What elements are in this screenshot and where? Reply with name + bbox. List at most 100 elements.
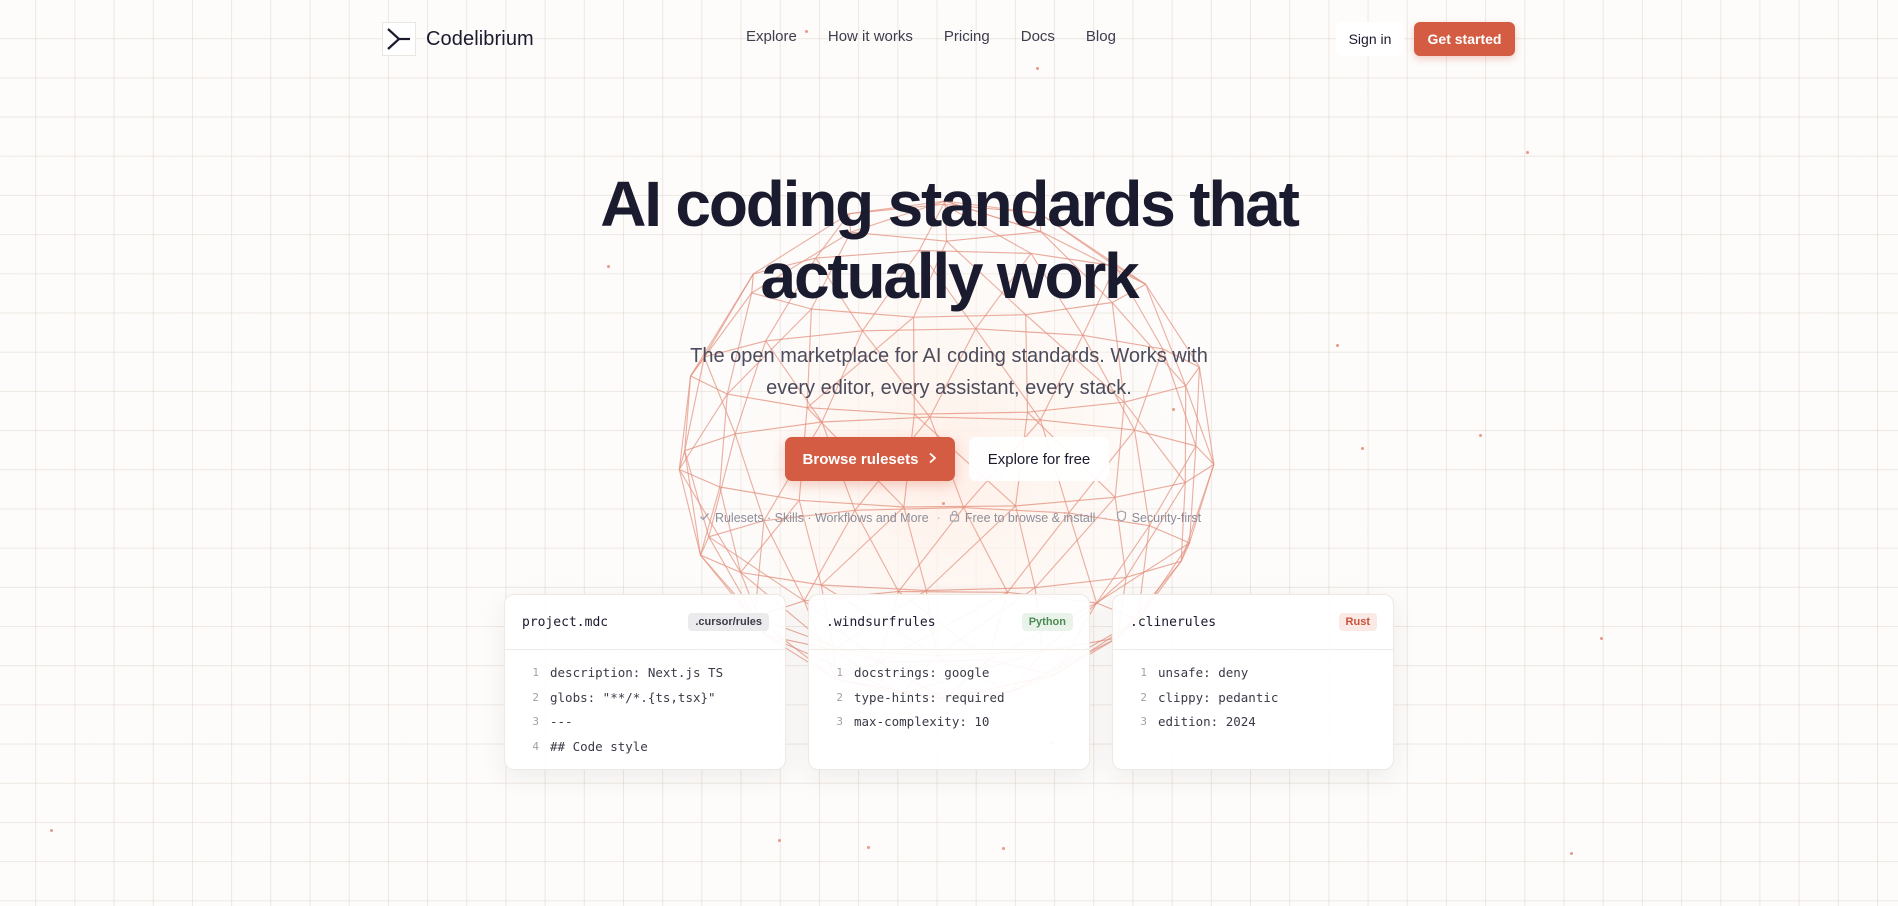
line-number: 1 — [836, 665, 843, 679]
get-started-button[interactable]: Get started — [1414, 22, 1515, 56]
sphere-edge — [1040, 419, 1135, 431]
sphere-edge — [719, 486, 800, 501]
particle — [1600, 637, 1603, 640]
feature-label: Rulesets · Skills · Workflows and More — [714, 510, 929, 525]
ruleset-card-cursor[interactable]: project.mdc .cursor/rules 1 description: … — [504, 594, 786, 770]
sphere-edge — [1149, 525, 1190, 544]
card-badge: .cursor/rules — [688, 613, 769, 631]
sphere-edge — [914, 411, 1028, 415]
line-number: 4 — [532, 739, 539, 753]
code-line: 3 --- — [505, 709, 785, 734]
line-number: 1 — [532, 665, 539, 679]
ruleset-card-windsurf[interactable]: .windsurfrules Python 1 docstrings: googl… — [808, 594, 1090, 770]
particle — [50, 829, 53, 832]
code-line: 2 clippy: pedantic — [1113, 685, 1393, 710]
line-number: 3 — [836, 715, 843, 729]
sphere-edge — [821, 416, 930, 423]
line-number: 2 — [836, 690, 843, 704]
sphere-edge — [735, 421, 822, 435]
browse-rulesets-button[interactable]: Browse rulesets — [785, 437, 955, 481]
code-text: docstrings: google — [854, 664, 990, 680]
line-number: 1 — [1140, 665, 1147, 679]
shield-icon — [1116, 510, 1127, 525]
sphere-edge — [1068, 512, 1098, 604]
feature-item: Rulesets · Skills · Workflows and More — [699, 511, 929, 525]
sphere-edge — [1125, 560, 1182, 578]
hero-subtitle-line-1: The open marketplace for AI coding stand… — [690, 345, 1208, 367]
nav-link-explore[interactable]: Explore — [746, 28, 797, 45]
sphere-edge — [740, 571, 822, 586]
nav-link-docs[interactable]: Docs — [1021, 28, 1055, 45]
code-line: 4 ## Code style — [505, 734, 785, 759]
card-header: .windsurfrules Python — [809, 595, 1089, 650]
code-line: 1 docstrings: google — [809, 660, 1089, 685]
explore-for-free-button[interactable]: Explore for free — [969, 437, 1109, 481]
sphere-edge — [1115, 482, 1186, 498]
code-line: 2 globs: "**/*.{ts,tsx}" — [505, 685, 785, 710]
brand-name: Codelibrium — [426, 27, 534, 50]
sphere-edge — [679, 468, 721, 488]
code-line: 1 unsafe: deny — [1113, 660, 1393, 685]
code-line: 1 description: Next.js TS — [505, 660, 785, 685]
code-line: 2 type-hints: required — [809, 685, 1089, 710]
line-number: 3 — [532, 715, 539, 729]
code-block: 1 docstrings: google 2 type-hints: require… — [809, 650, 1089, 734]
sphere-edge — [929, 416, 1041, 421]
card-badge: Rust — [1338, 613, 1377, 631]
brand-logo[interactable]: Codelibrium — [382, 22, 534, 56]
sphere-edge — [700, 554, 741, 573]
hero-title-line-1: AI coding standards that — [600, 168, 1300, 240]
lock-icon — [949, 510, 960, 525]
sphere-edge — [734, 433, 765, 521]
code-text: max-complexity: 10 — [854, 714, 990, 730]
ruleset-card-cline[interactable]: .clinerules Rust 1 unsafe: deny 2 clippy: … — [1112, 594, 1394, 770]
code-text: clippy: pedantic — [1158, 689, 1279, 705]
hero-subtitle-line-2: every editor, every assistant, every sta… — [766, 377, 1132, 399]
particle — [867, 846, 870, 849]
chevron-right-icon — [928, 451, 937, 468]
code-text: globs: "**/*.{ts,tsx}" — [550, 689, 716, 705]
particle — [942, 502, 945, 505]
hero-title-line-2: actually work — [760, 240, 1140, 312]
code-text: ## Code style — [550, 738, 648, 754]
sphere-edge — [898, 590, 1008, 593]
card-header: project.mdc .cursor/rules — [505, 595, 785, 650]
sphere-edge — [1188, 445, 1197, 543]
code-text: edition: 2024 — [1158, 714, 1256, 730]
sphere-edge — [678, 450, 686, 470]
sphere-edge — [1188, 464, 1215, 544]
line-number: 2 — [1140, 690, 1147, 704]
top-navbar: Codelibrium Explore How it works Pricing… — [0, 0, 1898, 78]
sphere-edge — [1195, 445, 1215, 465]
sphere-edge — [1184, 463, 1215, 484]
sphere-edge — [1096, 525, 1150, 604]
sphere-edge — [1134, 429, 1197, 447]
card-badge: Python — [1021, 613, 1073, 631]
feature-separator: · — [936, 510, 941, 525]
sphere-edge — [719, 394, 728, 488]
sphere-edge — [684, 433, 736, 452]
card-filename: project.mdc — [522, 614, 609, 630]
card-filename: .windsurfrules — [826, 614, 936, 630]
line-number: 3 — [1140, 715, 1147, 729]
hero-title: AI coding standards that actually work — [449, 168, 1449, 312]
line-number: 2 — [532, 690, 539, 704]
feature-label: Free to browse & install — [964, 510, 1096, 525]
feature-item: Free to browse & install — [949, 510, 1096, 525]
sphere-edge — [926, 587, 1036, 592]
sign-in-button[interactable]: Sign in — [1336, 22, 1404, 56]
nav-link-how-it-works[interactable]: How it works — [828, 28, 913, 45]
card-filename: .clinerules — [1130, 614, 1217, 630]
nav-link-pricing[interactable]: Pricing — [944, 28, 990, 45]
nav-link-blog[interactable]: Blog — [1086, 28, 1116, 45]
browse-rulesets-label: Browse rulesets — [802, 450, 919, 468]
sphere-edge — [763, 520, 805, 602]
feature-separator: · — [1103, 510, 1108, 525]
code-text: type-hints: required — [854, 689, 1005, 705]
feature-list: Rulesets · Skills · Workflows and More ·… — [680, 510, 1220, 525]
sphere-edge — [719, 486, 742, 573]
sphere-edge — [913, 314, 1026, 318]
nav-links: Explore How it works Pricing Docs Blog — [746, 28, 1116, 45]
sphere-edge — [1015, 496, 1116, 507]
sphere-edge — [1123, 401, 1186, 483]
